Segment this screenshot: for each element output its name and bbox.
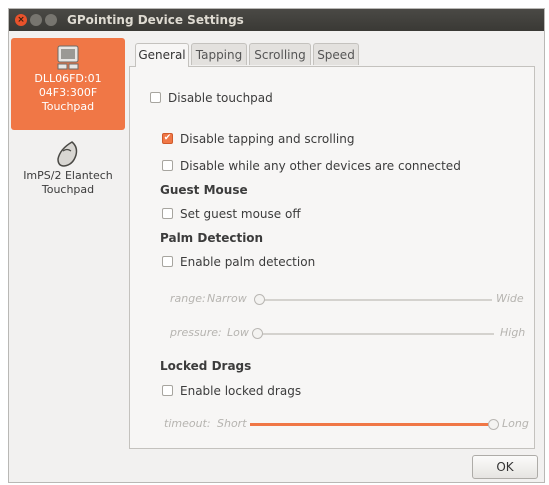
disable-while-other-row[interactable]: Disable while any other devices are conn…: [162, 158, 461, 174]
pressure-slider-track[interactable]: [254, 333, 494, 335]
disable-touchpad-label: Disable touchpad: [168, 91, 273, 105]
palm-detection-row[interactable]: Enable palm detection: [162, 254, 315, 270]
settings-window: × GPointing Device Settings DLL06FD:01 0…: [8, 8, 545, 483]
range-max-label: Wide: [496, 292, 524, 305]
device-label-line: Touchpad: [41, 100, 95, 113]
device-list: DLL06FD:01 04F3:300F Touchpad ImPS/2 Ela…: [9, 35, 127, 447]
range-slider-row: range: Narrow Wide: [130, 292, 536, 308]
button-bar: OK: [9, 452, 544, 482]
close-icon: ×: [17, 15, 25, 25]
disable-tapping-checkbox[interactable]: ✔: [162, 133, 173, 144]
disable-touchpad-row[interactable]: Disable touchpad: [150, 90, 273, 106]
device-item-mouse[interactable]: ImPS/2 Elantech Touchpad: [11, 135, 125, 205]
disable-touchpad-checkbox[interactable]: [150, 92, 161, 103]
guest-mouse-row[interactable]: Set guest mouse off: [162, 206, 301, 222]
timeout-min-label: Short: [217, 417, 247, 430]
title-bar: × GPointing Device Settings: [9, 9, 544, 31]
disable-tapping-row[interactable]: ✔ Disable tapping and scrolling: [162, 131, 354, 147]
timeout-slider-row: timeout: Short Long: [130, 417, 536, 433]
range-slider-track[interactable]: [256, 299, 492, 301]
device-label-line: 04F3:300F: [38, 86, 98, 99]
ok-button[interactable]: OK: [472, 455, 538, 479]
minimize-window-button[interactable]: [30, 14, 42, 26]
disable-while-other-checkbox[interactable]: [162, 160, 173, 171]
disable-tapping-label: Disable tapping and scrolling: [180, 132, 355, 146]
tab-general[interactable]: General: [135, 43, 189, 67]
locked-drags-checkbox[interactable]: [162, 385, 173, 396]
timeout-max-label: Long: [502, 417, 529, 430]
locked-drags-heading: Locked Drags: [160, 359, 252, 373]
locked-drags-label: Enable locked drags: [180, 384, 302, 398]
pressure-max-label: High: [500, 326, 526, 339]
maximize-window-button[interactable]: [45, 14, 57, 26]
palm-detection-label: Enable palm detection: [180, 255, 316, 269]
device-label-line: ImPS/2 Elantech: [23, 169, 113, 182]
range-label: range:: [170, 292, 206, 305]
device-label-line: Touchpad: [41, 183, 95, 196]
pressure-label: pressure:: [170, 326, 222, 339]
timeout-slider-track[interactable]: [250, 423, 494, 426]
tab-speed[interactable]: Speed: [313, 43, 359, 65]
range-slider-handle[interactable]: [254, 294, 265, 305]
tab-scrolling[interactable]: Scrolling: [249, 43, 311, 65]
settings-notebook: General Tapping Scrolling Speed Disable …: [129, 43, 539, 449]
palm-detection-checkbox[interactable]: [162, 256, 173, 267]
general-panel: Disable touchpad ✔ Disable tapping and sc…: [129, 66, 535, 449]
pressure-min-label: Low: [227, 326, 249, 339]
mouse-icon: [57, 141, 78, 167]
pressure-slider-row: pressure: Low High: [130, 326, 536, 342]
tab-tapping[interactable]: Tapping: [191, 43, 247, 65]
device-label-line: DLL06FD:01: [34, 72, 102, 85]
guest-mouse-checkbox[interactable]: [162, 208, 173, 219]
palm-detection-heading: Palm Detection: [160, 231, 264, 245]
device-item-touchpad[interactable]: DLL06FD:01 04F3:300F Touchpad: [11, 38, 125, 130]
pressure-slider-handle[interactable]: [252, 328, 263, 339]
locked-drags-row[interactable]: Enable locked drags: [162, 383, 301, 399]
touchpad-icon: [57, 45, 79, 70]
disable-while-other-label: Disable while any other devices are conn…: [180, 159, 461, 173]
range-min-label: Narrow: [207, 292, 247, 305]
guest-mouse-heading: Guest Mouse: [160, 183, 248, 197]
window-title: GPointing Device Settings: [67, 13, 244, 27]
close-window-button[interactable]: ×: [15, 14, 27, 26]
timeout-slider-handle[interactable]: [488, 419, 499, 430]
timeout-label: timeout:: [164, 417, 211, 430]
guest-mouse-label: Set guest mouse off: [180, 207, 301, 221]
